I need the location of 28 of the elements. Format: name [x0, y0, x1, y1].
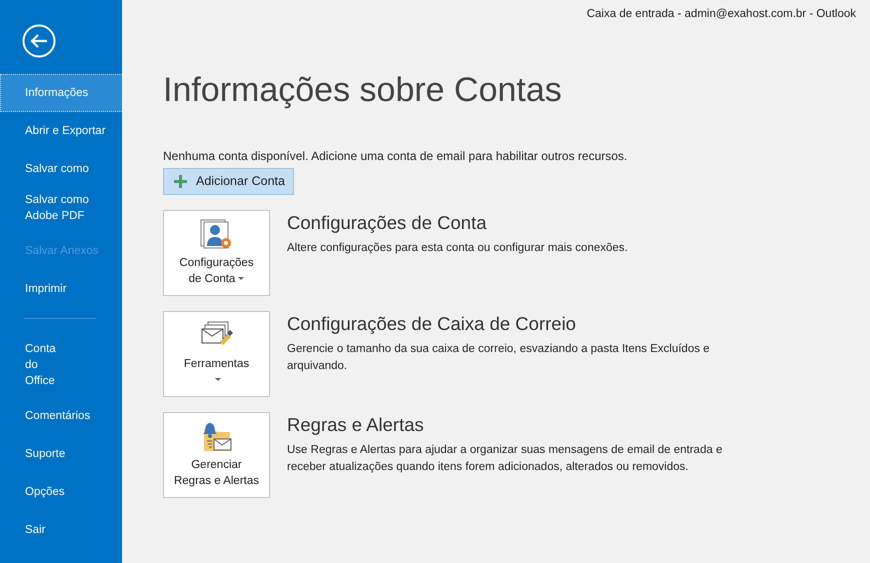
- tile-button[interactable]: Configurações de Conta: [163, 210, 270, 296]
- section-title: Regras e Alertas: [287, 414, 425, 436]
- sidebar-item[interactable]: Imprimir: [0, 270, 122, 308]
- sidebar-item[interactable]: Comentários: [0, 397, 122, 435]
- caret-icon: [238, 277, 244, 280]
- sidebar-item[interactable]: Salvar como: [0, 150, 122, 188]
- page-title: Informações sobre Contas: [163, 70, 563, 111]
- plus-icon: [174, 174, 187, 188]
- caret-icon: [215, 378, 221, 382]
- sidebar-item[interactable]: Opções: [0, 473, 122, 511]
- add-account-button[interactable]: Adicionar Conta: [163, 168, 294, 195]
- window-title: Caixa de entrada - admin@exahost.com.br - Outlook: [586, 7, 856, 22]
- notice-text: Nenhuma conta disponível. Adicione uma conta de email para habilitar outros recursos.: [163, 148, 628, 165]
- tile-button[interactable]: Ferramentas: [163, 310, 270, 397]
- tile-button[interactable]: Gerenciar Regras e Alertas: [163, 412, 270, 498]
- section-title: Configurações de Conta: [287, 212, 488, 234]
- sidebar-item[interactable]: Abrir e Exportar: [0, 112, 122, 150]
- sidebar-item[interactable]: Sair: [0, 511, 122, 549]
- section-description: Use Regras e Alertas para ajudar a organizar suas mensagens de email de entrada e receber atualizações quando itens forem adicionados, alterados ou removidos.: [287, 442, 724, 475]
- section-description: Gerencie o tamanho da sua caixa de correio, esvaziando a pasta Itens Excluídos e arquivando.: [287, 342, 711, 374]
- sidebar-item[interactable]: Salvar como Adobe PDF: [0, 188, 122, 232]
- user-gear-icon: [200, 218, 234, 251]
- section-title: Configurações de Caixa de Correio: [287, 312, 577, 335]
- sidebar-item[interactable]: Conta do Office: [0, 337, 122, 397]
- section-description: Altere configurações para esta conta ou configurar mais conexões.: [287, 240, 628, 256]
- back-button[interactable]: [22, 24, 56, 58]
- sidebar-item[interactable]: Informações: [0, 74, 122, 112]
- sidebar-item[interactable]: Suporte: [0, 435, 122, 473]
